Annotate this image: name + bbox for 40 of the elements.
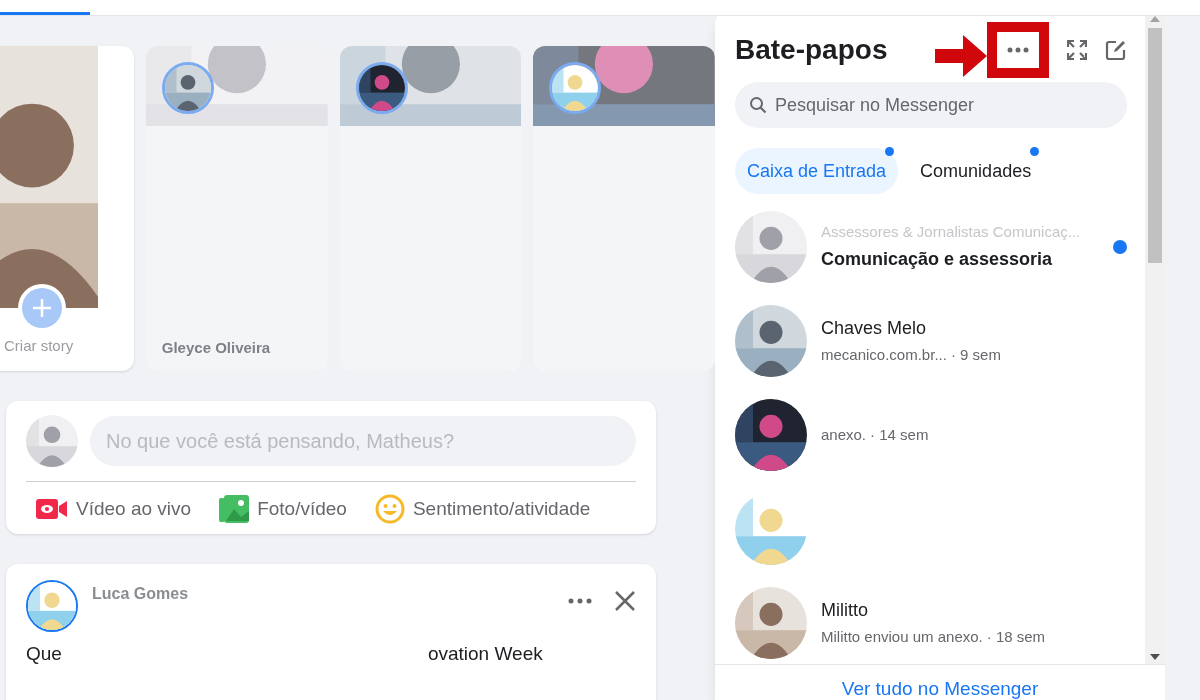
- message-preview: mecanico.com.br...: [821, 345, 947, 366]
- search-icon: [749, 96, 767, 114]
- post-author-name: Luca Gomes: [92, 584, 189, 604]
- composer-action-button[interactable]: Sentimento/atividade: [374, 494, 591, 524]
- message-preview: anexo.: [821, 424, 867, 445]
- composer-action-button[interactable]: Foto/vídeo: [219, 494, 347, 524]
- see-all-link[interactable]: Ver tudo no Messenger: [841, 679, 1039, 700]
- conversation-item[interactable]: Chaves Melo mecanico.com.br... · 9 sem: [735, 306, 1127, 376]
- close-icon[interactable]: [614, 590, 636, 612]
- chat-tab[interactable]: Caixa de Entrada: [735, 148, 899, 194]
- video-camera-icon: [36, 497, 68, 521]
- chat-title: Bate-papos: [735, 33, 888, 67]
- create-story-label: Criar story: [4, 335, 75, 356]
- message-time: · 18 sem: [986, 627, 1046, 648]
- scroll-down-icon[interactable]: [1150, 654, 1160, 660]
- more-icon: [1007, 47, 1029, 53]
- photo-icon: [219, 495, 250, 523]
- message-preview: Militto enviou um anexo.: [821, 627, 983, 648]
- post-text: Que: [26, 642, 62, 666]
- conversation-item[interactable]: anexo. · 14 sem: [735, 400, 1127, 470]
- more-icon[interactable]: [568, 598, 592, 604]
- conversation-name: Comunicação e assessoria: [821, 247, 1054, 271]
- compose-icon[interactable]: [1105, 39, 1127, 61]
- message-time: · 14 sem: [870, 424, 929, 445]
- post-text: ovation Week: [427, 642, 543, 666]
- conversation-item[interactable]: Assessores & Jornalistas Comunicaç... Comunicação e assessoria: [735, 212, 1127, 282]
- messenger-search-field[interactable]: Pesquisar no Messenger: [735, 82, 1127, 128]
- conversation-name: Militto: [821, 599, 869, 623]
- expand-icon[interactable]: [1067, 40, 1087, 60]
- group-name: Assessores & Jornalistas Comunicaç...: [821, 222, 1082, 243]
- conversation-name: Chaves Melo: [821, 317, 928, 341]
- scrollbar-thumb[interactable]: [1148, 28, 1162, 263]
- chat-tab[interactable]: Comunidades: [908, 148, 1044, 194]
- conversation-item[interactable]: Militto Militto enviou um anexo. · 18 sem: [735, 588, 1127, 658]
- composer-action-button[interactable]: Vídeo ao vivo: [36, 494, 192, 524]
- story-author: Gleyce Oliveira: [161, 337, 271, 358]
- smiley-icon: [374, 494, 405, 524]
- annotation-arrow: [935, 35, 987, 77]
- message-time: · 9 sem: [950, 345, 1001, 366]
- plus-icon: [22, 288, 62, 328]
